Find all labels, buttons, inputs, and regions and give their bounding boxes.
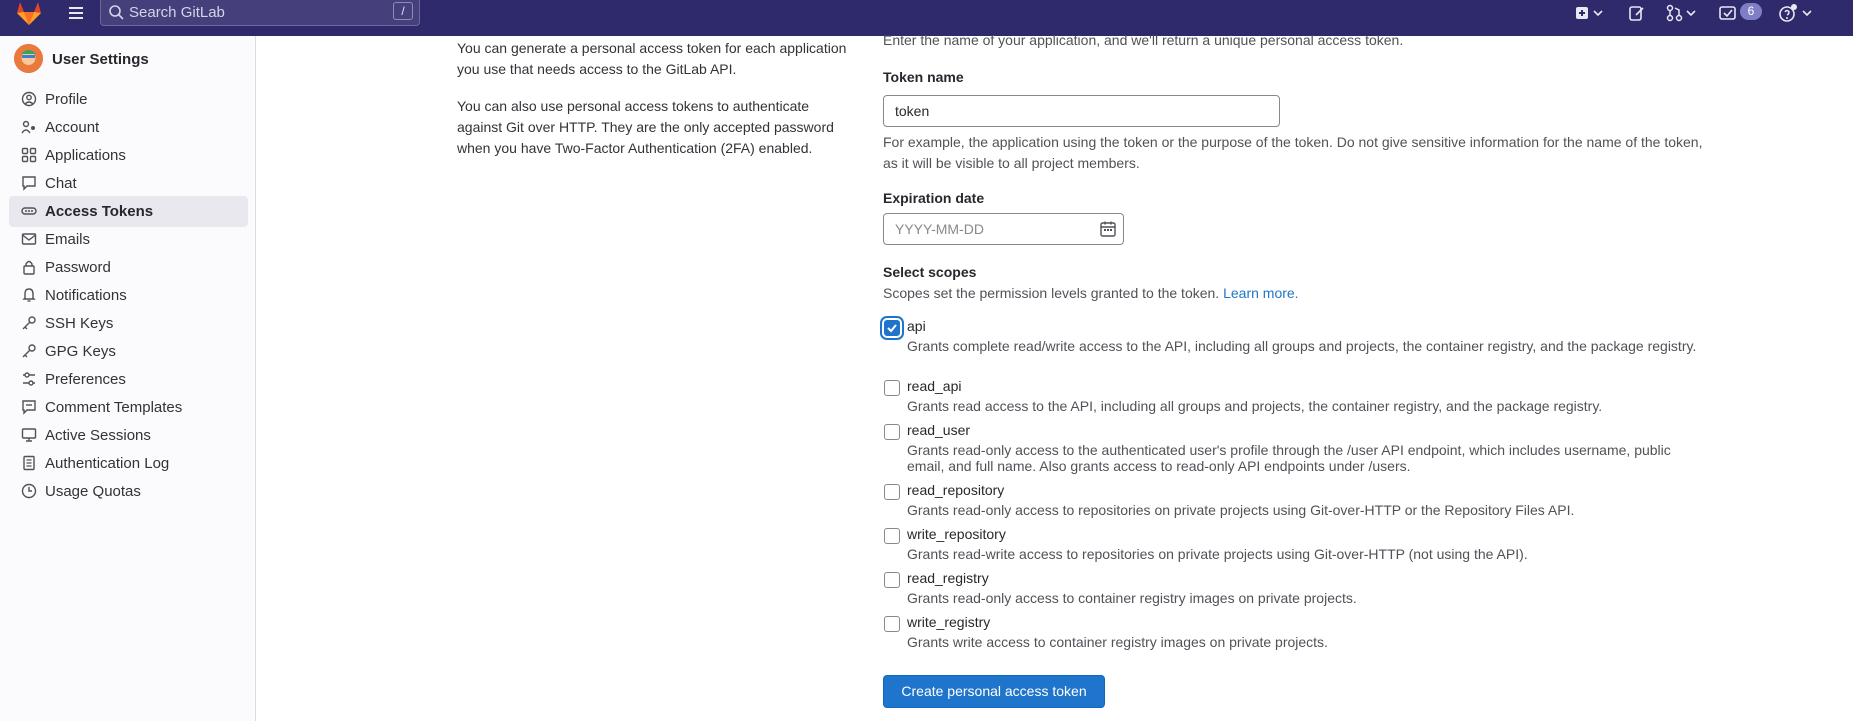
sidebar-item-label: Emails	[45, 231, 91, 248]
expiration-date-input[interactable]: YYYY-MM-DD	[883, 213, 1124, 245]
scope-name[interactable]: write_repository	[907, 526, 1006, 542]
sidebar-item-ssh-keys[interactable]: SSH Keys	[9, 308, 248, 339]
user-avatar	[14, 44, 43, 73]
search-shortcut-key: /	[393, 2, 413, 20]
sidebar-item-notifications[interactable]: Notifications	[9, 280, 248, 311]
scope-name[interactable]: read_repository	[907, 482, 1004, 498]
issues-icon[interactable]	[1627, 3, 1647, 23]
sidebar-item-label: Active Sessions	[45, 427, 151, 444]
sidebar-item-label: SSH Keys	[45, 315, 114, 332]
token-name-help: For example, the application using the t…	[883, 134, 1703, 171]
select-scopes-label: Select scopes	[883, 264, 977, 280]
search-input[interactable]: Search GitLab /	[100, 0, 420, 26]
merge-requests-dropdown-icon[interactable]	[1664, 3, 1700, 23]
scope-name[interactable]: api	[907, 318, 926, 334]
sidebar-item-label: Access Tokens	[45, 203, 154, 220]
sidebar-item-label: Authentication Log	[45, 455, 170, 472]
sidebar-item-gpg-keys[interactable]: GPG Keys	[9, 336, 248, 367]
create-token-button[interactable]: Create personal access token	[883, 675, 1105, 708]
sidebar-item-active-sessions[interactable]: Active Sessions	[9, 420, 248, 451]
chat-icon	[22, 176, 36, 191]
sidebar-title: User Settings	[52, 51, 149, 68]
sidebar-item-emails[interactable]: Emails	[9, 224, 248, 255]
scope-read-registry-checkbox[interactable]	[884, 572, 900, 588]
monitor-icon	[21, 428, 37, 442]
sidebar-item-comment-templates[interactable]: Comment Templates	[9, 392, 248, 423]
sidebar-item-preferences[interactable]: Preferences	[9, 364, 248, 395]
preferences-icon	[23, 372, 35, 386]
scope-api-checkbox[interactable]	[884, 320, 900, 336]
description-paragraph-2: You can also use personal access tokens …	[457, 98, 834, 156]
sidebar-item-label: Notifications	[45, 287, 127, 304]
sidebar-item-label: Chat	[45, 175, 77, 192]
comment-icon	[22, 400, 36, 415]
token-name-label: Token name	[883, 69, 964, 85]
sidebar-item-chat[interactable]: Chat	[9, 168, 248, 199]
description-paragraph-1: You can generate a personal access token…	[457, 40, 847, 77]
form-intro: Enter the name of your application, and …	[883, 32, 1404, 48]
log-icon	[23, 455, 35, 471]
sidebar-item-usage-quotas[interactable]: Usage Quotas	[9, 476, 248, 507]
scope-name[interactable]: read_registry	[907, 570, 989, 586]
todos-count-badge: 6	[1740, 3, 1762, 20]
top-navigation-bar: Search GitLab / 6	[0, 0, 1853, 36]
expiration-date-label: Expiration date	[883, 190, 985, 206]
new-item-dropdown-icon[interactable]	[1574, 3, 1608, 23]
sidebar-item-access-tokens[interactable]: Access Tokens	[9, 196, 248, 227]
sidebar-item-label: Account	[45, 119, 100, 136]
sidebar-item-authentication-log[interactable]: Authentication Log	[9, 448, 248, 479]
avatar-image-icon	[14, 44, 43, 73]
sidebar-item-profile[interactable]: Profile	[9, 84, 248, 115]
scope-name[interactable]: read_user	[907, 422, 970, 438]
search-placeholder: Search GitLab	[129, 4, 225, 21]
applications-icon	[21, 147, 37, 163]
scope-description: Grants read-write access to repositories…	[907, 546, 1528, 562]
sidebar-item-applications[interactable]: Applications	[9, 140, 248, 171]
token-name-input[interactable]: token	[883, 95, 1280, 127]
quota-icon	[21, 483, 37, 499]
search-icon	[109, 5, 124, 20]
scopes-help-text: Scopes set the permission levels granted…	[883, 285, 1220, 301]
todos-icon[interactable]	[1718, 3, 1738, 23]
sidebar-item-password[interactable]: Password	[9, 252, 248, 283]
learn-more-link[interactable]: Learn more.	[1223, 285, 1298, 301]
scope-description: Grants write access to container registr…	[907, 634, 1328, 650]
hamburger-menu-icon[interactable]	[66, 4, 86, 22]
scopes-help: Scopes set the permission levels granted…	[883, 283, 1703, 304]
expiration-date-placeholder: YYYY-MM-DD	[895, 221, 984, 237]
scope-description: Grants read access to the API, including…	[907, 398, 1603, 414]
help-dropdown-icon[interactable]	[1778, 3, 1816, 23]
scope-description: Grants read-only access to the authentic…	[907, 442, 1671, 474]
sidebar-item-label: Applications	[45, 147, 126, 164]
key-icon	[22, 316, 36, 330]
sidebar-item-label: Password	[45, 259, 111, 276]
scope-write-repository-checkbox[interactable]	[884, 528, 900, 544]
scope-name[interactable]: read_api	[907, 378, 962, 394]
sidebar-item-account[interactable]: Account	[9, 112, 248, 143]
gitlab-logo-icon[interactable]	[14, 0, 44, 26]
sidebar-item-label: Usage Quotas	[45, 483, 141, 500]
scope-read-repository-checkbox[interactable]	[884, 484, 900, 500]
mail-icon	[21, 233, 37, 245]
settings-sidebar: User Settings Profile Account Applicatio…	[0, 36, 256, 721]
sidebar-item-label: Profile	[45, 91, 88, 108]
key-icon	[22, 344, 36, 358]
account-icon	[21, 120, 35, 134]
sidebar-item-label: Preferences	[45, 371, 126, 388]
token-icon	[21, 207, 37, 215]
sidebar-item-label: GPG Keys	[45, 343, 116, 360]
check-icon	[887, 324, 897, 333]
scope-read-user-checkbox[interactable]	[884, 424, 900, 440]
lock-icon	[23, 260, 35, 275]
sidebar-item-label: Comment Templates	[45, 399, 183, 416]
scope-read-api-checkbox[interactable]	[884, 380, 900, 396]
scope-name[interactable]: write_registry	[907, 614, 990, 630]
scope-description: Grants read-only access to repositories …	[907, 502, 1575, 518]
profile-icon	[21, 91, 37, 107]
scope-description: Grants read-only access to container reg…	[907, 590, 1357, 606]
calendar-icon[interactable]	[1099, 220, 1117, 238]
scope-write-registry-checkbox[interactable]	[884, 616, 900, 632]
scope-description: Grants complete read/write access to the…	[907, 338, 1697, 354]
notifications-bell-icon	[22, 288, 36, 302]
